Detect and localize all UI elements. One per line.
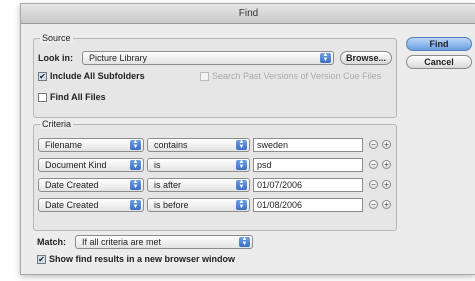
criteria-field-popup[interactable]: Date Created ▲ ▼ — [38, 198, 144, 212]
plus-circle-icon[interactable]: + — [382, 140, 391, 149]
criteria-field-value: Document Kind — [45, 160, 107, 170]
updown-arrows-icon: ▲ ▼ — [239, 236, 250, 247]
match-popup[interactable]: If all criteria are met ▲ ▼ — [75, 235, 253, 249]
updown-arrows-icon: ▲ ▼ — [130, 199, 141, 210]
plus-circle-icon[interactable]: + — [382, 180, 391, 189]
window-title: Find — [21, 4, 475, 24]
find-dialog: Find Source Look in: Picture Library ▲ ▼ … — [20, 3, 475, 275]
criteria-value-field[interactable]: 01/07/2006 — [253, 178, 363, 192]
look-in-label: Look in: — [38, 53, 73, 63]
criteria-operator-value: is after — [154, 180, 182, 190]
look-in-popup[interactable]: Picture Library ▲ ▼ — [82, 51, 334, 65]
plus-circle-icon[interactable]: + — [382, 200, 391, 209]
match-value: If all criteria are met — [82, 237, 162, 247]
checkmark-icon: ✔ — [38, 255, 45, 264]
criteria-field-value: Filename — [45, 140, 83, 150]
criteria-group: Criteria Filename ▲ ▼ contains ▲ ▼ sweden … — [33, 119, 397, 231]
updown-arrows-icon: ▲ ▼ — [236, 139, 247, 150]
search-past-versions-label[interactable]: Search Past Versions of Version Cue File… — [212, 71, 381, 81]
criteria-value-field[interactable]: 01/08/2006 — [253, 198, 363, 212]
criteria-field-popup[interactable]: Filename ▲ ▼ — [38, 138, 144, 152]
criteria-field-value: Date Created — [45, 200, 99, 210]
criteria-field-popup[interactable]: Date Created ▲ ▼ — [38, 178, 144, 192]
criteria-operator-value: contains — [154, 140, 188, 150]
updown-arrows-icon: ▲ ▼ — [130, 159, 141, 170]
match-label: Match: — [37, 237, 66, 247]
cancel-button[interactable]: Cancel — [406, 55, 472, 69]
criteria-field-value: Date Created — [45, 180, 99, 190]
look-in-value: Picture Library — [89, 53, 148, 63]
find-all-files-label[interactable]: Find All Files — [50, 92, 106, 102]
find-all-files-checkbox[interactable] — [38, 93, 47, 102]
show-results-label[interactable]: Show find results in a new browser windo… — [49, 254, 235, 264]
updown-arrows-icon: ▲ ▼ — [236, 159, 247, 170]
plus-circle-icon[interactable]: + — [382, 160, 391, 169]
criteria-operator-popup[interactable]: contains ▲ ▼ — [147, 138, 250, 152]
criteria-value-field[interactable]: sweden — [253, 138, 363, 152]
include-subfolders-label[interactable]: Include All Subfolders — [50, 71, 145, 81]
criteria-operator-value: is before — [154, 200, 189, 210]
source-group: Source Look in: Picture Library ▲ ▼ Brows… — [33, 33, 397, 118]
updown-arrows-icon: ▲ ▼ — [236, 199, 247, 210]
updown-arrows-icon: ▲ ▼ — [236, 179, 247, 190]
criteria-operator-value: is — [154, 160, 161, 170]
minus-circle-icon[interactable]: − — [369, 180, 378, 189]
minus-circle-icon[interactable]: − — [369, 160, 378, 169]
criteria-group-title: Criteria — [40, 119, 74, 129]
criteria-operator-popup[interactable]: is before ▲ ▼ — [147, 198, 250, 212]
search-past-versions-checkbox[interactable] — [200, 72, 209, 81]
minus-circle-icon[interactable]: − — [369, 140, 378, 149]
updown-arrows-icon: ▲ ▼ — [130, 179, 141, 190]
minus-circle-icon[interactable]: − — [369, 200, 378, 209]
updown-arrows-icon: ▲ ▼ — [320, 52, 331, 63]
criteria-operator-popup[interactable]: is ▲ ▼ — [147, 158, 250, 172]
criteria-field-popup[interactable]: Document Kind ▲ ▼ — [38, 158, 144, 172]
source-group-title: Source — [40, 33, 73, 43]
browse-button[interactable]: Browse... — [340, 51, 392, 65]
criteria-value-field[interactable]: psd — [253, 158, 363, 172]
find-button[interactable]: Find — [406, 37, 472, 51]
updown-arrows-icon: ▲ ▼ — [130, 139, 141, 150]
show-results-checkbox[interactable]: ✔ — [37, 255, 46, 264]
criteria-operator-popup[interactable]: is after ▲ ▼ — [147, 178, 250, 192]
include-subfolders-checkbox[interactable]: ✔ — [38, 72, 47, 81]
checkmark-icon: ✔ — [39, 72, 46, 81]
